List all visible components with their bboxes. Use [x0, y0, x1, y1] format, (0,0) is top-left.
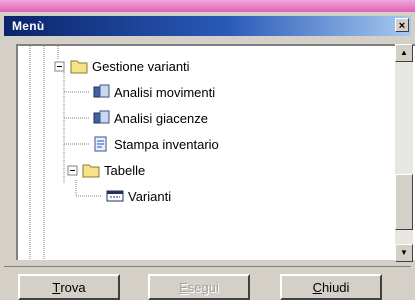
close-button[interactable]: Chiudi — [280, 274, 382, 300]
tree-item-label: Tabelle — [104, 162, 146, 178]
window-title: Menù — [12, 19, 45, 33]
tree-item-label: Analisi giacenze — [114, 110, 208, 126]
tree-item-varianti[interactable]: Varianti — [106, 186, 171, 206]
menu-tree: Gestione varianti Analisi movimenti Anal… — [16, 44, 415, 260]
folder-icon — [70, 60, 88, 74]
close-icon[interactable]: × — [395, 18, 409, 32]
table-icon — [106, 190, 124, 202]
tree-item-analisi-movimenti[interactable]: Analisi movimenti — [92, 82, 215, 102]
program-icon — [93, 110, 110, 124]
tree-item-label: Gestione varianti — [92, 58, 190, 74]
title-bar[interactable]: Menù × — [4, 16, 411, 36]
find-button[interactable]: Trova — [18, 274, 120, 300]
tree-item-label: Analisi movimenti — [114, 84, 216, 100]
tree-item-analisi-giacenze[interactable]: Analisi giacenze — [92, 108, 208, 128]
collapse-toggle-gestione[interactable] — [54, 61, 65, 72]
folder-icon — [82, 164, 100, 178]
scroll-down-icon[interactable]: ▼ — [395, 244, 413, 262]
scrollbar-thumb[interactable] — [395, 174, 413, 230]
tree-item-label: Stampa inventario — [114, 136, 219, 152]
tree-item-tabelle[interactable]: Tabelle — [82, 160, 145, 180]
background-strip — [0, 0, 415, 12]
divider — [4, 266, 411, 267]
collapse-toggle-tabelle[interactable] — [67, 165, 78, 176]
program-icon — [93, 84, 110, 98]
menu-window: Menù × Gestione varianti Analisi movimen… — [0, 12, 415, 300]
tree-item-gestione-varianti[interactable]: Gestione varianti — [70, 56, 190, 76]
report-icon — [94, 136, 107, 152]
scroll-up-icon[interactable]: ▲ — [395, 44, 413, 62]
run-button[interactable]: Esegui — [148, 274, 250, 300]
tree-item-stampa-inventario[interactable]: Stampa inventario — [92, 134, 219, 154]
vertical-scrollbar[interactable]: ▲ ▼ — [395, 44, 413, 262]
tree-item-label: Varianti — [128, 188, 172, 204]
